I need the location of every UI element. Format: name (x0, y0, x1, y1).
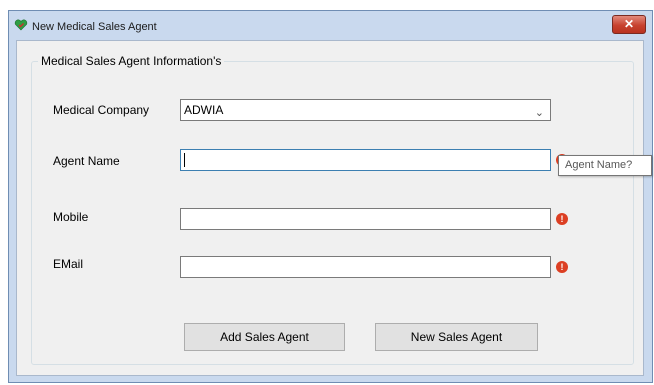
email-input[interactable] (180, 256, 551, 278)
company-select[interactable]: ADWIA ⌄ (180, 99, 551, 121)
validation-tooltip: Agent Name? (558, 155, 652, 176)
agent-name-label: Agent Name (53, 154, 120, 168)
group-title: Medical Sales Agent Information's (38, 54, 225, 68)
mobile-error-icon[interactable]: ! (556, 213, 568, 225)
mobile-input[interactable] (180, 208, 551, 230)
add-sales-agent-button[interactable]: Add Sales Agent (184, 323, 345, 351)
company-label: Medical Company (53, 103, 150, 117)
agent-name-input[interactable] (180, 149, 551, 171)
mobile-label: Mobile (53, 210, 89, 224)
dialog-window: New Medical Sales Agent ✕ Medical Sales … (8, 10, 653, 383)
title-bar[interactable]: New Medical Sales Agent ✕ (9, 11, 652, 40)
close-icon: ✕ (623, 17, 635, 31)
company-select-value: ADWIA (184, 103, 224, 117)
app-logo-icon (14, 19, 28, 31)
chevron-down-icon: ⌄ (534, 107, 544, 119)
close-button[interactable]: ✕ (612, 15, 646, 34)
dialog-body: Medical Sales Agent Information's Medica… (16, 40, 644, 376)
window-title: New Medical Sales Agent (32, 21, 157, 33)
new-sales-agent-button[interactable]: New Sales Agent (375, 323, 538, 351)
email-error-icon[interactable]: ! (556, 261, 568, 273)
text-caret (184, 153, 185, 167)
email-label: EMail (53, 257, 84, 271)
